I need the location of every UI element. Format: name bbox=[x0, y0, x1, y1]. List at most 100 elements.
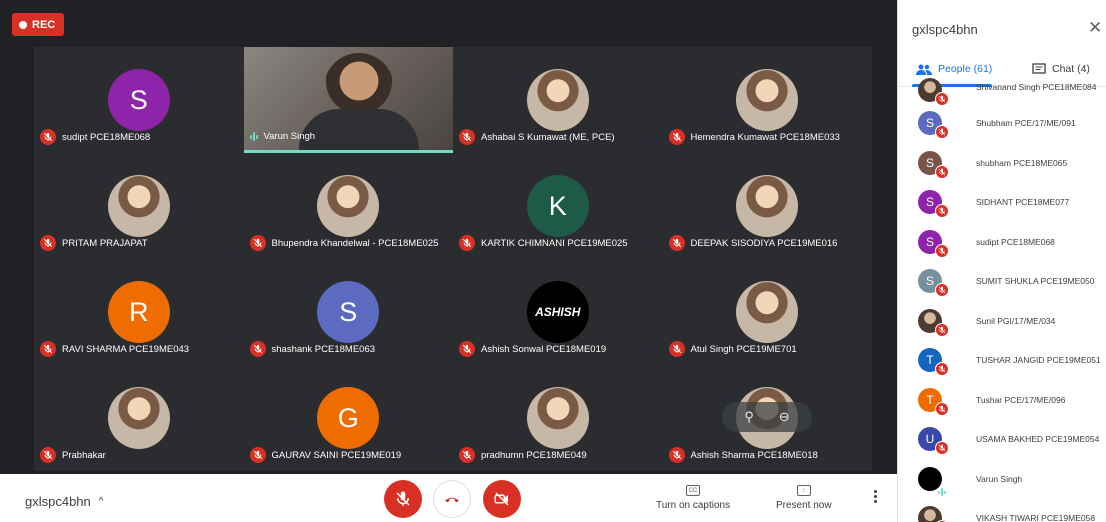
avatar bbox=[317, 175, 380, 237]
participant-list-item[interactable]: Sunil PGI/17/ME/034 bbox=[898, 302, 1106, 342]
participant-tile[interactable]: Prabhakar bbox=[34, 365, 244, 471]
tile-hover-controls[interactable]: ⚲ ⊖ bbox=[722, 402, 812, 432]
participant-tile[interactable]: ASHISH Ashish Sonwal PCE18ME019 bbox=[453, 259, 663, 365]
more-vert-dot bbox=[873, 500, 877, 503]
avatar: S bbox=[317, 281, 380, 343]
mic-off-icon bbox=[459, 447, 475, 463]
captions-label: Turn on captions bbox=[656, 500, 731, 511]
participant-name: PRITAM PRAJAPAT bbox=[62, 237, 148, 249]
participant-name: Ashish Sharma PCE18ME018 bbox=[690, 449, 818, 461]
participant-list-item[interactable]: Ssudipt PCE18ME068 bbox=[898, 223, 1106, 263]
captions-button[interactable]: CC Turn on captions bbox=[656, 485, 730, 511]
participant-tile[interactable]: Varun Singh bbox=[243, 47, 453, 153]
avatar bbox=[736, 281, 799, 343]
participant-list-item[interactable]: Shivanand Singh PCE18ME084 bbox=[898, 78, 1106, 106]
avatar: G bbox=[317, 387, 380, 449]
tile-name-tag: Bhupendra Khandelwal - PCE18ME025 bbox=[249, 235, 438, 251]
mic-off-icon bbox=[459, 341, 475, 357]
tile-name-tag: Ashish Sharma PCE18ME018 bbox=[668, 447, 818, 463]
participant-name: RAVI SHARMA PCE19ME043 bbox=[62, 343, 190, 355]
pin-icon[interactable]: ⚲ bbox=[744, 409, 754, 425]
avatar bbox=[526, 387, 589, 449]
participant-list-item[interactable]: T TUSHAR JANGID PCE19ME051 bbox=[898, 341, 1106, 381]
participant-list-item[interactable]: U USAMA BAKHED PCE19ME054 bbox=[898, 420, 1106, 460]
close-panel-icon[interactable]: ✕ bbox=[1088, 18, 1102, 38]
participant-list[interactable]: Shivanand Singh PCE18ME084 S Shubham PCE/1… bbox=[898, 78, 1106, 522]
participant-tile[interactable]: Hemendra Kumawat PCE18ME033 bbox=[662, 47, 872, 153]
camera-toggle-button[interactable] bbox=[483, 480, 521, 518]
tile-name-tag: Atul Singh PCE19ME701 bbox=[668, 341, 797, 357]
participant-name: sudipt PCE18ME068 bbox=[62, 131, 151, 143]
tile-name-tag: shashank PCE18ME063 bbox=[249, 341, 375, 357]
participant-tile[interactable]: K KARTIK CHIMNANI PCE19ME025 bbox=[453, 153, 663, 259]
avatar: K bbox=[526, 175, 589, 237]
participant-name: sudipt PCE18ME068 bbox=[976, 236, 1055, 247]
participant-tile[interactable]: R RAVI SHARMA PCE19ME043 bbox=[34, 259, 244, 365]
participant-list-item[interactable]: Sshubham PCE18ME065 bbox=[898, 144, 1106, 184]
tile-name-tag: KARTIK CHIMNANI PCE19ME025 bbox=[459, 235, 628, 251]
mic-off-icon bbox=[40, 447, 56, 463]
people-icon bbox=[916, 64, 932, 75]
participant-list-item[interactable]: S SUMIT SHUKLA PCE19ME050 bbox=[898, 262, 1106, 302]
tab-people[interactable]: People (61) bbox=[916, 63, 992, 75]
mic-off-icon bbox=[40, 129, 56, 145]
present-now-button[interactable]: ↑ Present now bbox=[776, 485, 832, 511]
participant-name: Atul Singh PCE19ME701 bbox=[690, 343, 797, 355]
mic-off-badge bbox=[935, 518, 949, 522]
remove-icon[interactable]: ⊖ bbox=[779, 409, 790, 425]
participant-tile[interactable]: Ashabai S Kumawat (ME, PCE) bbox=[453, 47, 663, 153]
mic-off-icon bbox=[935, 204, 949, 218]
mic-off-icon bbox=[249, 235, 266, 251]
tile-name-tag: sudipt PCE18ME068 bbox=[40, 129, 150, 145]
participant-list-item[interactable]: S SIDHANT PCE18ME077 bbox=[898, 183, 1106, 223]
recording-indicator: REC bbox=[12, 13, 65, 36]
participant-tile[interactable]: Ssudipt PCE18ME068 bbox=[34, 47, 244, 153]
leave-call-button[interactable] bbox=[433, 480, 471, 518]
hangup-icon bbox=[445, 497, 459, 503]
participant-tile[interactable]: PRITAM PRAJAPAT bbox=[34, 153, 244, 259]
present-screen-icon: ↑ bbox=[796, 485, 811, 496]
more-options-button[interactable] bbox=[868, 490, 882, 503]
participant-name: Shivanand Singh PCE18ME084 bbox=[976, 82, 1097, 92]
record-dot-icon bbox=[19, 20, 27, 29]
participant-list-item[interactable]: T Tushar PCE/17/ME/096 bbox=[898, 381, 1106, 421]
mic-toggle-button[interactable] bbox=[384, 480, 422, 518]
participant-list-item[interactable]: VIKASH TIWARI PCE19ME058 bbox=[898, 499, 1106, 522]
mic-off-badge bbox=[935, 242, 949, 258]
tile-name-tag: Hemendra Kumawat PCE18ME033 bbox=[668, 129, 840, 145]
mic-off-badge bbox=[935, 400, 949, 416]
tab-chat[interactable]: Chat (4) bbox=[1032, 63, 1090, 75]
participant-name: Hemendra Kumawat PCE18ME033 bbox=[690, 131, 840, 143]
participant-tile[interactable]: Atul Singh PCE19ME701 bbox=[662, 259, 872, 365]
tile-name-tag: Varun Singh bbox=[249, 131, 316, 142]
mic-off-icon bbox=[40, 341, 56, 357]
video-feed-body bbox=[298, 109, 419, 150]
meeting-details-button[interactable]: gxlspc4bhn ^ bbox=[25, 494, 103, 509]
mic-off-icon bbox=[935, 243, 949, 258]
participant-list-item[interactable]: Varun Singh bbox=[898, 460, 1106, 500]
mic-off-icon bbox=[249, 341, 266, 357]
recording-label: REC bbox=[32, 18, 56, 31]
mic-off-icon bbox=[935, 164, 949, 179]
participant-name: KARTIK CHIMNANI PCE19ME025 bbox=[481, 237, 628, 249]
mic-off-icon bbox=[40, 235, 56, 251]
chat-tab-label: Chat (4) bbox=[1052, 63, 1090, 75]
participant-name: DEEPAK SISODIYA PCE19ME016 bbox=[690, 237, 838, 249]
participant-name: TUSHAR JANGID PCE19ME051 bbox=[976, 355, 1101, 365]
mic-off-icon bbox=[935, 322, 949, 337]
participant-tile[interactable]: DEEPAK SISODIYA PCE19ME016 bbox=[662, 153, 872, 259]
participant-name: Varun Singh bbox=[976, 473, 1023, 484]
participant-tile[interactable]: Bhupendra Khandelwal - PCE18ME025 bbox=[243, 153, 453, 259]
side-panel: gxlspc4bhn ✕ People (61) Chat (4) Shivan bbox=[897, 0, 1106, 522]
participant-tile[interactable]: G GAURAV SAINI PCE19ME019 bbox=[243, 365, 453, 471]
participant-name: SIDHANT PCE18ME077 bbox=[976, 197, 1070, 207]
participant-tile[interactable]: Sshashank PCE18ME063 bbox=[243, 259, 453, 365]
mic-off-badge bbox=[935, 90, 949, 106]
avatar: S bbox=[107, 69, 170, 131]
participant-list-item[interactable]: S Shubham PCE/17/ME/091 bbox=[898, 104, 1106, 144]
avatar bbox=[107, 387, 170, 449]
mic-off-icon bbox=[668, 447, 685, 463]
participant-tile[interactable]: pradhumn PCE18ME049 bbox=[453, 365, 663, 471]
participant-name: Varun Singh bbox=[263, 131, 316, 142]
avatar bbox=[736, 175, 799, 237]
